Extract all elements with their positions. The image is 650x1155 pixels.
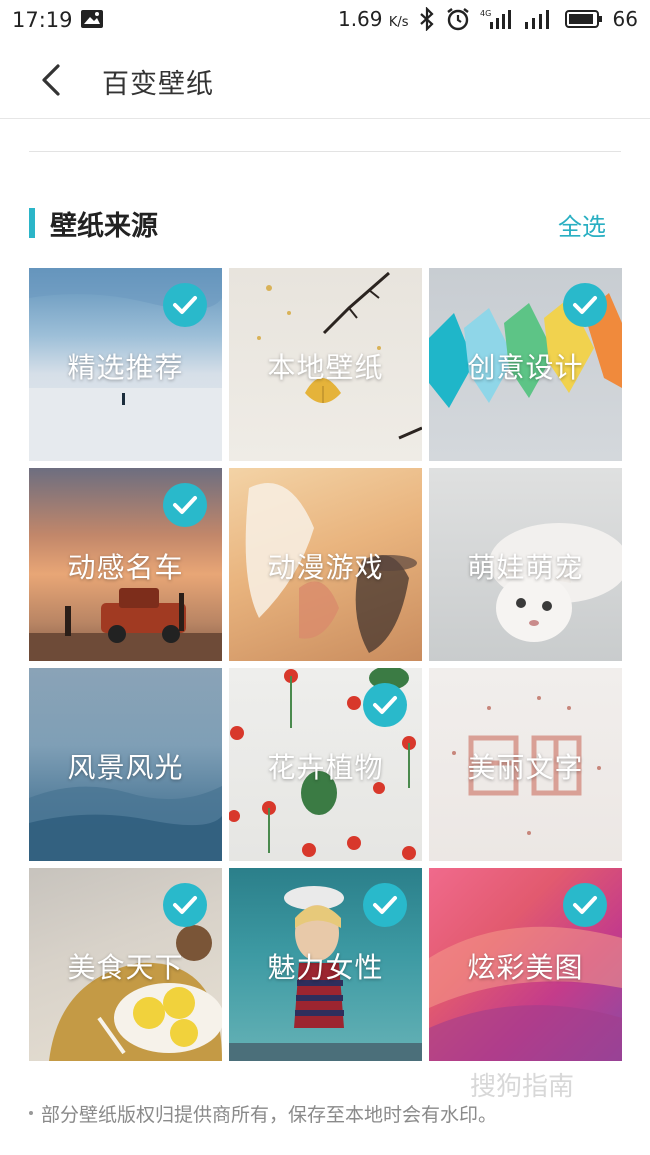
alarm-icon	[446, 8, 469, 31]
network-speed: 1.69 K/s	[337, 7, 409, 31]
check-circle-icon	[563, 883, 607, 927]
check-circle-icon	[163, 283, 207, 327]
tile-label: 动漫游戏	[267, 551, 384, 584]
tile-bendi[interactable]: 本地壁纸	[229, 268, 422, 461]
check-circle-icon	[163, 883, 207, 927]
tile-label: 本地壁纸	[267, 351, 384, 384]
tile-jingxuan[interactable]: 精选推荐	[29, 268, 222, 461]
tile-chuangyi[interactable]: 创意设计	[429, 268, 622, 461]
tile-label: 风景风光	[67, 751, 184, 784]
tile-fengjing[interactable]: 风景风光	[29, 668, 222, 861]
section-title: 壁纸来源	[50, 211, 158, 242]
battery-percent: 66	[612, 7, 638, 31]
tile-dongman[interactable]: 动漫游戏	[229, 468, 422, 661]
tile-meishi[interactable]: 美食天下	[29, 868, 222, 1061]
tile-meilinvxing[interactable]: 魅力女性	[229, 868, 422, 1061]
watermark: 搜狗指南	[470, 1072, 575, 1102]
tile-label: 炫彩美图	[467, 951, 584, 984]
tile-label: 创意设计	[467, 351, 584, 384]
tile-label: 美食天下	[67, 951, 184, 984]
status-bar: 17:19 1.69 K/s 4G 66	[0, 0, 650, 40]
tile-label: 精选推荐	[67, 351, 184, 384]
section-accent-bar	[29, 208, 35, 238]
signal-icon	[524, 10, 549, 29]
tile-label: 美丽文字	[467, 751, 584, 784]
tile-label: 花卉植物	[267, 751, 384, 784]
check-circle-icon	[363, 683, 407, 727]
status-time: 17:19	[12, 8, 73, 32]
bullet-dot	[29, 1110, 33, 1115]
tile-xuancai[interactable]: 炫彩美图	[429, 868, 622, 1061]
image-notification-icon	[81, 10, 103, 28]
app-header: 百变壁纸	[0, 40, 650, 119]
bluetooth-icon	[419, 7, 434, 31]
tile-mengwa[interactable]: 萌娃萌宠	[429, 468, 622, 661]
copyright-note-text: 部分壁纸版权归提供商所有，保存至本地时会有水印。	[41, 1104, 498, 1126]
check-circle-icon	[563, 283, 607, 327]
divider	[29, 151, 621, 152]
signal-4g-icon: 4G	[480, 9, 511, 29]
select-all-button[interactable]: 全选	[558, 207, 606, 242]
tile-label: 萌娃萌宠	[467, 551, 584, 584]
svg-text:4G: 4G	[480, 9, 491, 18]
battery-icon	[564, 10, 602, 28]
page-title: 百变壁纸	[102, 69, 214, 100]
tile-meili[interactable]: 美丽文字	[429, 668, 622, 861]
tile-label: 魅力女性	[267, 951, 384, 984]
chevron-left-icon[interactable]	[30, 58, 74, 102]
check-circle-icon	[163, 483, 207, 527]
copyright-note: 部分壁纸版权归提供商所有，保存至本地时会有水印。	[29, 1100, 497, 1127]
tile-donggan[interactable]: 动感名车	[29, 468, 222, 661]
wallpaper-source-grid: 精选推荐 本地壁纸 创意设计 动感名车 动漫游戏 萌娃萌宠 风景风光 花卉植物 …	[29, 268, 622, 1061]
tile-label: 动感名车	[67, 551, 184, 584]
tile-huahui[interactable]: 花卉植物	[229, 668, 422, 861]
check-circle-icon	[363, 883, 407, 927]
